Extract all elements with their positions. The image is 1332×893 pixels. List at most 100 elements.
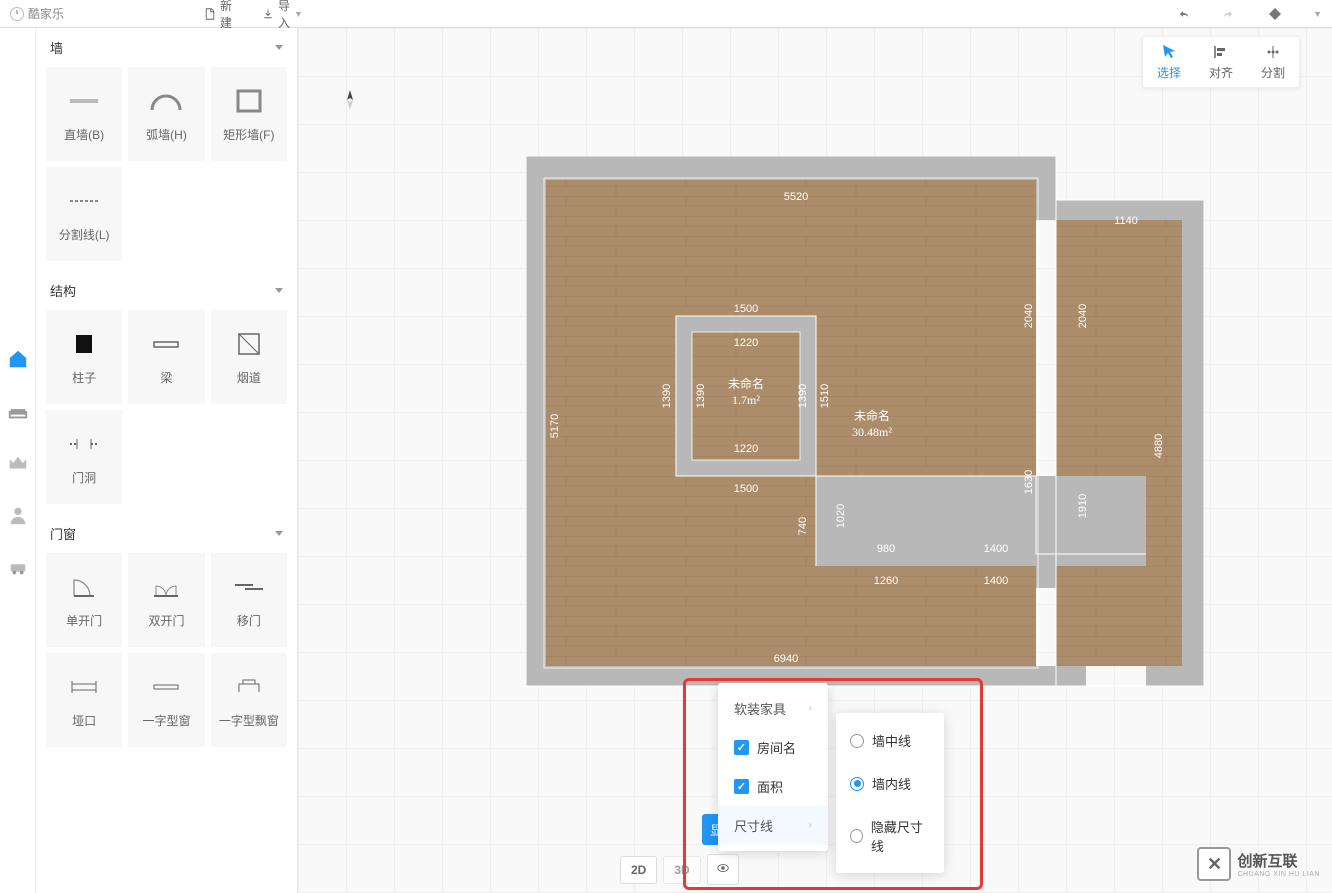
svg-text:1020: 1020 [835, 504, 847, 528]
svg-text:1500: 1500 [734, 483, 758, 495]
svg-text:30.48m²: 30.48m² [852, 425, 892, 439]
watermark-logo: ✕ [1197, 847, 1231, 881]
home-icon[interactable] [7, 348, 29, 370]
radio-innerline[interactable]: 墙内线 [836, 762, 944, 805]
display-popup: 软装家具› 房间名 面积 尺寸线› [718, 683, 828, 851]
tool-straight-wall[interactable]: 直墙(B) [46, 67, 122, 161]
watermark: ✕ 创新互联 CHUANG XIN HU LIAN [1197, 847, 1320, 881]
popup-furniture[interactable]: 软装家具› [718, 689, 828, 728]
section-title: 结构 [50, 281, 76, 300]
section-wall[interactable]: 墙 [36, 28, 297, 67]
radio-icon[interactable] [850, 829, 863, 843]
tool-arc-wall[interactable]: 弧墙(H) [128, 67, 204, 161]
tool-window1[interactable]: 一字型窗 [128, 653, 204, 747]
diamond-icon[interactable] [1267, 6, 1283, 22]
tool-yako[interactable]: 垭口 [46, 653, 122, 747]
svg-text:5170: 5170 [549, 414, 561, 438]
eye-icon [716, 861, 730, 875]
brand-icon [10, 7, 24, 21]
top-bar: 酷家乐 新建 导入 ▼ ▼ [0, 0, 1332, 28]
tool-doorway[interactable]: 门洞 [46, 410, 122, 504]
tab-eye[interactable] [707, 854, 739, 885]
dimline-popup: 墙中线 墙内线 隐藏尺寸线 [836, 713, 944, 873]
chevron-right-icon: › [809, 820, 812, 831]
sofa-icon[interactable] [7, 400, 29, 422]
radio-hide[interactable]: 隐藏尺寸线 [836, 805, 944, 867]
svg-text:2040: 2040 [1023, 304, 1035, 328]
car-icon[interactable] [7, 556, 29, 578]
file-icon [204, 8, 216, 20]
svg-text:1500: 1500 [734, 303, 758, 315]
radio-icon[interactable] [850, 734, 864, 748]
checkbox-roomname[interactable] [734, 740, 749, 755]
import-button[interactable]: 导入 ▼ [262, 0, 303, 31]
mode-align[interactable]: 对齐 [1195, 37, 1247, 87]
radio-midline[interactable]: 墙中线 [836, 719, 944, 762]
svg-text:980: 980 [877, 543, 895, 555]
watermark-sub: CHUANG XIN HU LIAN [1237, 871, 1320, 878]
tool-flue[interactable]: 烟道 [211, 310, 287, 404]
floorplan[interactable]: 5520 1140 6940 5170 1500 1220 1220 1500 … [526, 156, 1206, 716]
checkbox-area[interactable] [734, 779, 749, 794]
tool-beam[interactable]: 梁 [128, 310, 204, 404]
svg-text:740: 740 [797, 517, 809, 535]
canvas[interactable]: 选择 对齐 分割 [298, 28, 1332, 893]
mode-toolbar: 选择 对齐 分割 [1142, 36, 1300, 88]
new-label: 新建 [220, 0, 232, 31]
tools-sidebar: 墙 直墙(B) 弧墙(H) 矩形墙(F) 分割线(L) 结构 柱子 梁 烟道 门… [36, 28, 298, 893]
section-title: 墙 [50, 38, 63, 57]
new-button[interactable]: 新建 [204, 0, 232, 31]
popup-area[interactable]: 面积 [718, 767, 828, 806]
chevron-right-icon: › [809, 703, 812, 714]
svg-text:4880: 4880 [1153, 434, 1165, 458]
svg-text:1220: 1220 [734, 443, 758, 455]
redo-icon[interactable] [1221, 6, 1237, 22]
svg-text:1.7m²: 1.7m² [732, 393, 760, 407]
svg-text:1400: 1400 [984, 543, 1008, 555]
import-label: 导入 [278, 0, 290, 31]
left-rail [0, 28, 36, 893]
chevron-down-icon: ▼ [294, 9, 303, 19]
tab-3d[interactable]: 3D [663, 856, 700, 884]
tool-bay-window[interactable]: 一字型飘窗 [211, 653, 287, 747]
watermark-name: 创新互联 [1237, 850, 1320, 871]
compass-icon [338, 88, 362, 112]
section-title: 门窗 [50, 524, 76, 543]
popup-dimline[interactable]: 尺寸线› [718, 806, 828, 845]
mode-select[interactable]: 选择 [1143, 37, 1195, 87]
svg-text:1220: 1220 [734, 337, 758, 349]
tool-rect-wall[interactable]: 矩形墙(F) [211, 67, 287, 161]
undo-icon[interactable] [1175, 6, 1191, 22]
tool-single-door[interactable]: 单开门 [46, 553, 122, 647]
import-icon [262, 8, 274, 20]
mode-split[interactable]: 分割 [1247, 37, 1299, 87]
view-tabs: 2D 3D [620, 854, 739, 885]
svg-text:1390: 1390 [661, 384, 673, 408]
brand: 酷家乐 [10, 5, 64, 22]
tool-double-door[interactable]: 双开门 [128, 553, 204, 647]
svg-text:1510: 1510 [819, 384, 831, 408]
brand-name: 酷家乐 [28, 5, 64, 22]
svg-text:6940: 6940 [774, 653, 798, 665]
svg-text:1140: 1140 [1114, 215, 1138, 227]
svg-text:1390: 1390 [695, 384, 707, 408]
crown-icon[interactable] [7, 452, 29, 474]
tab-2d[interactable]: 2D [620, 856, 657, 884]
svg-text:1390: 1390 [797, 384, 809, 408]
svg-text:1400: 1400 [984, 575, 1008, 587]
svg-text:1260: 1260 [874, 575, 898, 587]
svg-text:2040: 2040 [1077, 304, 1089, 328]
popup-roomname[interactable]: 房间名 [718, 728, 828, 767]
tool-split-line[interactable]: 分割线(L) [46, 167, 122, 261]
tool-sliding-door[interactable]: 移门 [211, 553, 287, 647]
section-structure[interactable]: 结构 [36, 271, 297, 310]
user-icon[interactable] [7, 504, 29, 526]
svg-text:1630: 1630 [1023, 470, 1035, 494]
svg-text:未命名: 未命名 [728, 376, 764, 391]
radio-icon[interactable] [850, 777, 864, 791]
section-doorwindow[interactable]: 门窗 [36, 514, 297, 553]
svg-text:1910: 1910 [1077, 494, 1089, 518]
tool-column[interactable]: 柱子 [46, 310, 122, 404]
chevron-down-icon: ▼ [1313, 9, 1322, 19]
svg-text:5520: 5520 [784, 191, 808, 203]
